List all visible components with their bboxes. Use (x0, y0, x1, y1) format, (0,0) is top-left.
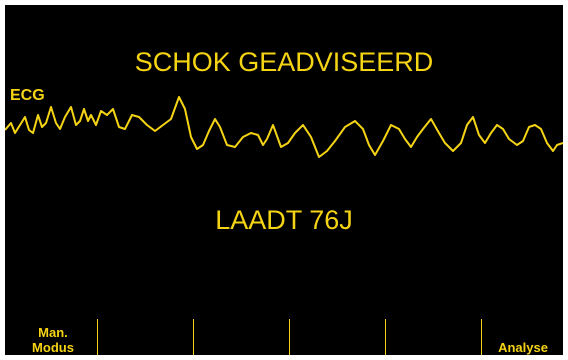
manual-mode-label-line1: Man. (38, 325, 68, 340)
softkey-divider (193, 319, 194, 355)
defibrillator-screen: SCHOK GEADVISEERD ECG LAADT 76J Man. Mod… (0, 0, 568, 360)
manual-mode-softkey[interactable]: Man. Modus (5, 315, 101, 355)
shock-advisory-message: SCHOK GEADVISEERD (134, 47, 434, 77)
analyse-label: Analyse (498, 340, 548, 355)
analyse-softkey[interactable]: Analyse (483, 315, 563, 355)
charge-status-message: LAADT 76J (215, 205, 353, 235)
softkey-bar: Man. Modus Analyse (5, 315, 563, 355)
manual-mode-label-line2: Modus (32, 340, 74, 355)
softkey-divider (481, 319, 482, 355)
softkey-4[interactable] (291, 315, 387, 355)
softkey-3[interactable] (195, 315, 291, 355)
softkey-divider (97, 319, 98, 355)
ecg-waveform (5, 96, 563, 158)
softkey-divider (385, 319, 386, 355)
ecg-trace (5, 96, 563, 158)
monitor-display: SCHOK GEADVISEERD ECG LAADT 76J Man. Mod… (5, 5, 563, 355)
softkey-2[interactable] (99, 315, 195, 355)
softkey-divider (289, 319, 290, 355)
softkey-5[interactable] (387, 315, 483, 355)
